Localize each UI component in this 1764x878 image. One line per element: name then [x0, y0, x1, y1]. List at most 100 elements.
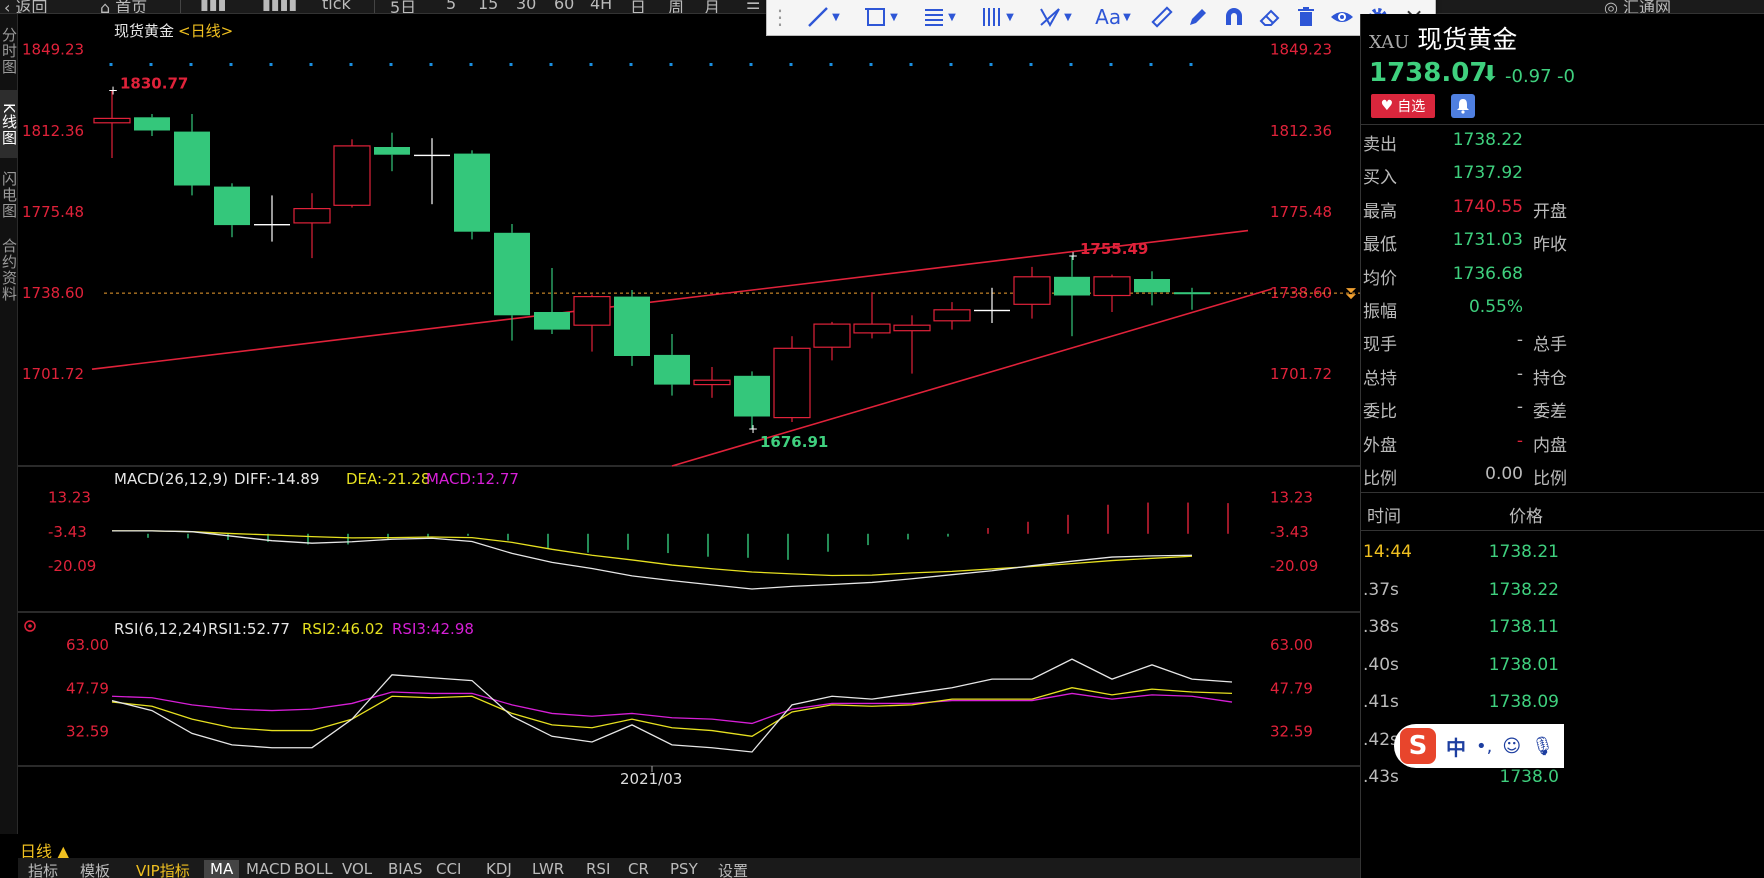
- tab-kline[interactable]: K线图: [0, 90, 18, 158]
- candle: [134, 114, 170, 136]
- indicator-tab[interactable]: RSI: [580, 860, 616, 878]
- candle: [734, 371, 770, 429]
- period-5d[interactable]: 5日: [390, 0, 416, 13]
- magnet-icon[interactable]: [1217, 1, 1251, 33]
- tick-time: .37s: [1363, 579, 1399, 600]
- tab-timeshare[interactable]: 分时图: [0, 16, 18, 86]
- indicator-tab[interactable]: BIAS: [382, 860, 429, 878]
- tab-flash[interactable]: 闪电图: [0, 162, 18, 228]
- indicator-tab[interactable]: VOL: [336, 860, 378, 878]
- candle: [893, 315, 931, 374]
- add-favorite-button[interactable]: ♥ 自选: [1371, 94, 1435, 118]
- ime-voice-icon[interactable]: 🎙: [1531, 736, 1554, 757]
- extreme-label: 1755.49: [1080, 240, 1148, 258]
- pen-icon[interactable]: [1181, 1, 1215, 33]
- channel-tool-icon[interactable]: ▼: [971, 1, 1023, 33]
- indicator-tab[interactable]: BOLL: [288, 860, 339, 878]
- alert-button[interactable]: [1451, 94, 1475, 118]
- candle-body: [534, 312, 570, 330]
- ime-emoji-icon[interactable]: ☺: [1502, 736, 1521, 757]
- drag-handle-icon[interactable]: ⋮: [770, 1, 790, 33]
- candle-body: [494, 232, 530, 316]
- chart-type-icon[interactable]: ▮▮▮: [200, 0, 226, 13]
- trading-app: ‹ 返回 ⌂ 首页 ▮▮▮ ▮▮▮▮ tick 5日 5 15 30 60 4H…: [0, 0, 1764, 878]
- extreme-marker: +: [1068, 249, 1078, 263]
- indicator-tab[interactable]: VIP指标: [130, 860, 196, 878]
- quote-row: 比例 0.00 比例: [1361, 460, 1764, 490]
- quote-value: -: [1516, 363, 1523, 384]
- candle-body: [1054, 276, 1090, 296]
- candle-body: [293, 208, 331, 224]
- y-tick-label-right: 1849.23: [1270, 41, 1332, 59]
- tab-contract[interactable]: 合约资料: [0, 232, 18, 308]
- indicator-tab[interactable]: CR: [622, 860, 655, 878]
- indicator-tab[interactable]: 设置: [712, 860, 754, 878]
- y-tick-label-left: 1738.60: [22, 284, 84, 302]
- indicator-tab[interactable]: KDJ: [480, 860, 518, 878]
- ime-punct-icon[interactable]: •,: [1476, 736, 1492, 757]
- quote-value: 1736.68: [1452, 263, 1523, 284]
- chart-area[interactable]: 现货黄金 <日线> 1849.23 1849.23 1812.36 1812.36 1775…: [18, 14, 1360, 858]
- period-5[interactable]: 5: [446, 0, 456, 13]
- candle-body: [773, 347, 811, 419]
- period-15[interactable]: 15: [478, 0, 498, 13]
- marker-dot: [1149, 63, 1153, 66]
- ruler-icon[interactable]: [1145, 1, 1179, 33]
- quote-value: 1731.03: [1452, 230, 1523, 251]
- marker-dot: [429, 63, 433, 66]
- layout-icon[interactable]: ☰: [746, 0, 760, 13]
- candle-body: [813, 323, 851, 348]
- indicator-icon[interactable]: ▮▮▮▮: [262, 0, 297, 13]
- period-day[interactable]: 日: [630, 0, 646, 13]
- eraser-icon[interactable]: [1253, 1, 1287, 33]
- period-4h[interactable]: 4H: [590, 0, 612, 13]
- trash-icon[interactable]: [1289, 1, 1323, 33]
- quote-row: 买入 1737.92: [1361, 159, 1764, 189]
- rsi-y-tick-left: 63.00: [66, 636, 109, 654]
- period-60[interactable]: 60: [554, 0, 574, 13]
- home-button[interactable]: ⌂ 首页: [100, 0, 147, 13]
- period-indicator[interactable]: 日线 ▲: [20, 838, 100, 861]
- candle: [93, 90, 131, 158]
- period-tick[interactable]: tick: [322, 0, 351, 13]
- fib-tool-icon[interactable]: ▼: [913, 1, 965, 33]
- rect-tool-icon[interactable]: ▼: [855, 1, 907, 33]
- marker-dot: [629, 63, 633, 66]
- quote-label: 卖出: [1363, 135, 1397, 155]
- quote-label-secondary: 总手: [1533, 335, 1567, 356]
- macd-y-tick-right: -3.43: [1270, 523, 1309, 541]
- eye-icon[interactable]: [1325, 1, 1359, 33]
- tick-row: .41s 1738.09: [1361, 686, 1764, 722]
- ime-lang-toggle[interactable]: 中: [1446, 732, 1466, 761]
- back-button[interactable]: ‹ 返回: [4, 0, 48, 14]
- text-tool-icon[interactable]: Aa ▼: [1087, 1, 1139, 33]
- indicator-tab[interactable]: LWR: [526, 860, 570, 878]
- quote-row: 总持 - 持仓: [1361, 360, 1764, 390]
- indicator-tab[interactable]: CCI: [430, 860, 467, 878]
- back-label: 返回: [15, 0, 48, 14]
- marker-dot: [749, 63, 753, 66]
- period-30[interactable]: 30: [516, 0, 536, 13]
- rsi-y-tick-right: 32.59: [1270, 723, 1313, 741]
- tick-row: .38s 1738.11: [1361, 611, 1764, 647]
- quote-row: 卖出 1738.22: [1361, 126, 1764, 156]
- ime-logo-icon[interactable]: S: [1400, 728, 1436, 764]
- view-tabs: 分时图 K线图 闪电图 合约资料: [0, 14, 18, 834]
- quote-label: 比例: [1363, 469, 1397, 489]
- ime-toolbar[interactable]: S 中 •, ☺ 🎙: [1394, 724, 1564, 768]
- indicator-tab[interactable]: PSY: [664, 860, 704, 878]
- line-tool-icon[interactable]: ▼: [797, 1, 849, 33]
- candle: [573, 294, 611, 352]
- period-week[interactable]: 周: [668, 0, 684, 13]
- indicator-tab[interactable]: 指标: [22, 860, 64, 878]
- marker-dot: [309, 63, 313, 66]
- indicator-tab[interactable]: 模板: [74, 860, 116, 878]
- period-month[interactable]: 月: [704, 0, 720, 13]
- marker-dot: [149, 63, 153, 66]
- marker-dot: [349, 63, 353, 66]
- pattern-tool-icon[interactable]: ▼: [1029, 1, 1081, 33]
- marker-dot: [389, 63, 393, 66]
- candle-body: [134, 117, 170, 131]
- indicator-tab[interactable]: MA: [204, 860, 240, 878]
- chart-title: 现货黄金: [114, 22, 174, 40]
